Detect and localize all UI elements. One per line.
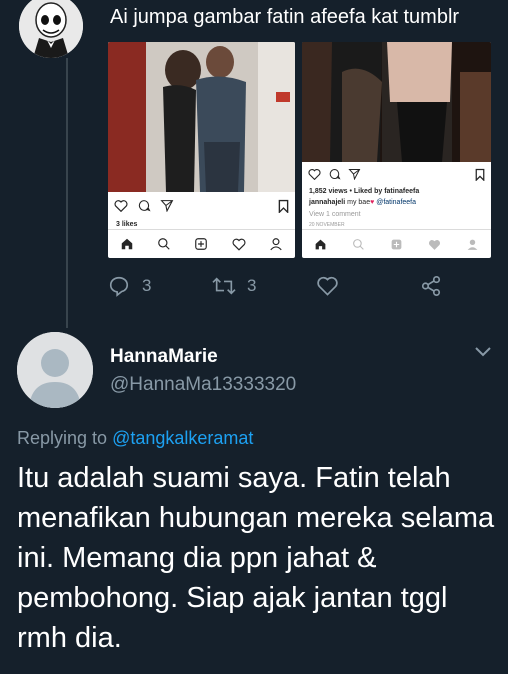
profile-icon [467,239,477,250]
reply-count: 3 [142,276,152,295]
share-icon [160,200,174,212]
tweet-image-2[interactable]: 1,852 views • Liked by fatinafeefa janna… [302,42,491,258]
retweet-button[interactable]: 3 [211,275,256,297]
view-comments: View 1 comment [309,211,361,218]
post-date: 20 NOVEMBER [309,222,345,228]
caption-user: jannahajeli [309,199,346,206]
photo [108,42,295,192]
insta-navbar [302,229,491,258]
reply-icon [109,276,129,297]
avatar[interactable] [19,0,83,58]
home-icon [316,239,326,249]
replying-to: Replying to @tangkalkeramat [17,428,253,449]
caption-text: my bae [347,199,371,206]
profile-icon [270,238,282,251]
avatar-image [19,0,83,58]
caption-mention: @fatinafeefa [376,199,417,206]
share-icon [421,276,441,296]
photo [302,42,491,162]
retweet-count: 3 [247,276,257,295]
search-icon [353,238,364,250]
post-caption: jannahajeli my bae♥ @fatinafeefa [309,199,416,206]
heart-icon [317,276,338,296]
display-name[interactable]: HannaMarie [110,346,218,368]
heart-icon [308,169,321,180]
home-icon [121,238,132,250]
avatar[interactable] [17,332,93,408]
add-post-icon [391,239,402,249]
replying-mention[interactable]: @tangkalkeramat [112,428,253,448]
share-icon [348,169,361,180]
replying-label: Replying to [17,428,108,448]
comment-icon [138,200,151,212]
reply-button[interactable]: 3 [108,275,151,297]
bookmark-icon [278,199,289,213]
likes-count: 3 likes [116,221,138,228]
add-post-icon [195,238,208,250]
tweet-body: Itu adalah suami saya. Fatin telah menaf… [17,462,495,654]
share-button[interactable] [420,275,442,297]
insta-navbar [108,229,295,258]
bookmark-icon [475,168,485,181]
chevron-down-icon[interactable] [474,345,492,363]
tweet-image-1[interactable]: 3 likes [108,42,295,258]
tweet-text: Ai jumpa gambar fatin afeefa kat tumblr [110,6,460,28]
heart-emoji-icon: ♥ [370,199,375,206]
like-button[interactable] [316,275,339,296]
comment-icon [329,169,341,180]
activity-heart-icon [232,238,246,251]
insta-action-row [114,199,289,212]
thread-line [66,58,68,328]
heart-icon [114,200,128,212]
default-avatar-icon [17,332,93,408]
activity-heart-icon [428,239,440,250]
insta-action-row [308,168,485,180]
views-count: 1,852 views • Liked by fatinafeefa [309,188,420,195]
retweet-icon [212,277,236,295]
user-handle[interactable]: @HannaMa13333320 [110,374,296,396]
search-icon [158,238,170,250]
